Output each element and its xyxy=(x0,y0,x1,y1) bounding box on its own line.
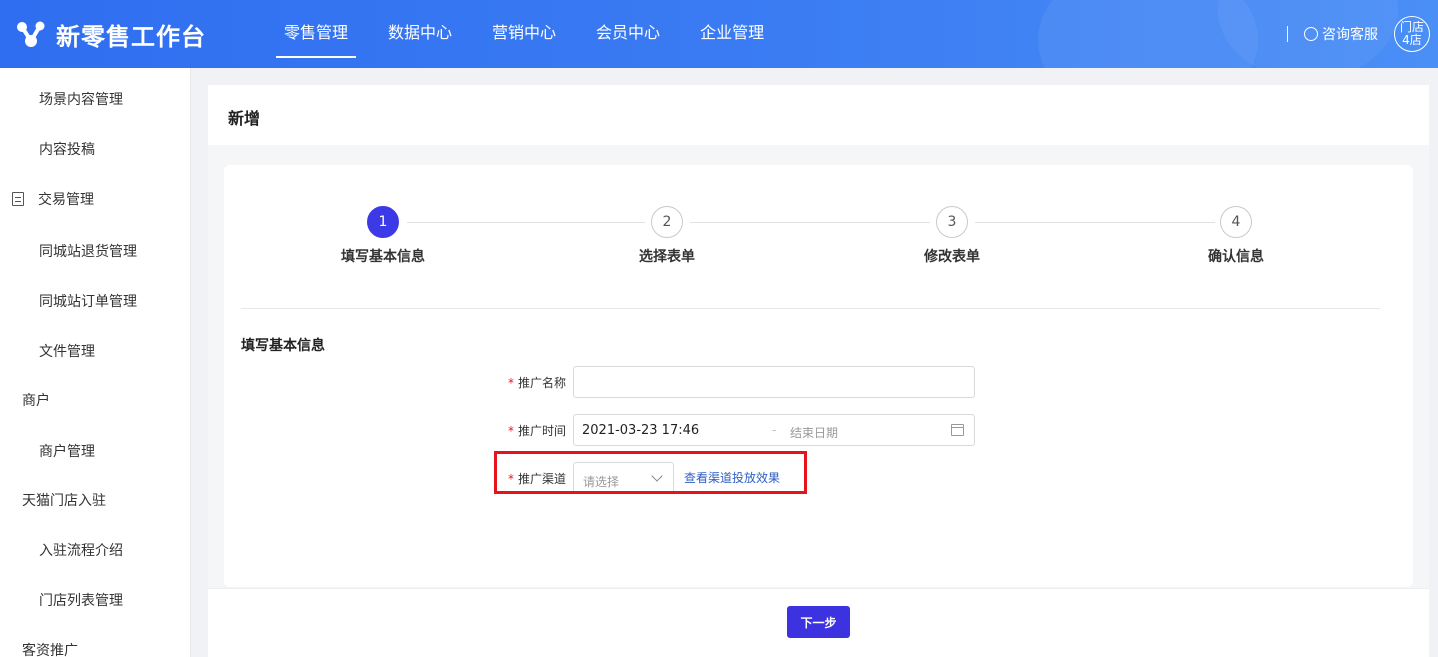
calendar-icon[interactable] xyxy=(951,424,964,436)
sidebar-item-file-manage[interactable]: 文件管理 xyxy=(39,341,95,361)
step-4-label: 确认信息 xyxy=(1208,249,1264,265)
consult-label: 咨询客服 xyxy=(1322,27,1378,43)
next-step-button[interactable]: 下一步 xyxy=(787,606,850,638)
app-logo[interactable]: 新零售工作台 xyxy=(14,14,206,54)
start-date-value[interactable]: 2021-03-23 17:46 xyxy=(582,423,699,438)
main-nav: 零售管理 数据中心 营销中心 会员中心 企业管理 xyxy=(276,0,796,68)
sidebar-group-trade[interactable]: 交易管理 xyxy=(38,189,94,209)
required-mark: * xyxy=(508,424,514,438)
header-right: 咨询客服 门店 4店 xyxy=(1287,12,1430,56)
step-3-label: 修改表单 xyxy=(924,249,980,265)
promo-date-range-picker[interactable]: 2021-03-23 17:46 - 结束日期 xyxy=(573,414,975,446)
promo-time-label: * 推广时间 xyxy=(508,422,566,439)
step-connector xyxy=(975,222,1215,223)
logo-icon xyxy=(17,21,45,47)
page-header: 新增 xyxy=(208,85,1429,145)
step-1-label: 填写基本信息 xyxy=(341,249,425,265)
promo-name-label: * 推广名称 xyxy=(508,374,566,391)
sidebar-group-lead-promotion[interactable]: 客资推广 xyxy=(22,640,78,657)
top-header: 新零售工作台 零售管理 数据中心 营销中心 会员中心 企业管理 咨询客服 门店 … xyxy=(0,0,1438,68)
sidebar: 场景内容管理 内容投稿 交易管理 同城站退货管理 同城站订单管理 文件管理 商户… xyxy=(0,68,191,657)
end-date-placeholder[interactable]: 结束日期 xyxy=(790,424,838,441)
store-switcher-avatar[interactable]: 门店 4店 xyxy=(1394,16,1430,52)
required-mark: * xyxy=(508,376,514,390)
sidebar-group-merchant[interactable]: 商户 xyxy=(22,390,50,410)
sidebar-item-return-manage[interactable]: 同城站退货管理 xyxy=(39,241,137,261)
sidebar-item-order-manage[interactable]: 同城站订单管理 xyxy=(39,291,137,311)
sidebar-item-scene-content[interactable]: 场景内容管理 xyxy=(39,89,123,109)
sidebar-group-tmall-store[interactable]: 天猫门店入驻 xyxy=(22,490,106,510)
step-1-circle: 1 xyxy=(367,206,399,238)
sidebar-item-content-submission[interactable]: 内容投稿 xyxy=(39,139,95,159)
promo-time-label-text: 推广时间 xyxy=(518,424,567,438)
step-2-circle: 2 xyxy=(651,206,683,238)
clipboard-icon xyxy=(12,192,24,206)
nav-data-center[interactable]: 数据中心 xyxy=(380,0,460,68)
page-title: 新增 xyxy=(228,109,261,128)
step-4-circle: 4 xyxy=(1220,206,1252,238)
promo-name-label-text: 推广名称 xyxy=(518,376,567,390)
promo-name-input[interactable] xyxy=(573,366,975,398)
highlight-annotation-box xyxy=(494,451,807,494)
step-3-circle: 3 xyxy=(936,206,968,238)
store-badge-line2: 4店 xyxy=(1402,33,1422,47)
logo-text: 新零售工作台 xyxy=(56,22,206,51)
step-connector xyxy=(407,222,645,223)
nav-enterprise[interactable]: 企业管理 xyxy=(692,0,772,68)
section-title: 填写基本信息 xyxy=(241,338,325,354)
nav-marketing[interactable]: 营销中心 xyxy=(484,0,564,68)
sidebar-item-store-list[interactable]: 门店列表管理 xyxy=(39,590,123,610)
step-connector xyxy=(690,222,930,223)
nav-member[interactable]: 会员中心 xyxy=(588,0,668,68)
sidebar-item-merchant-manage[interactable]: 商户管理 xyxy=(39,441,95,461)
header-divider xyxy=(1287,26,1288,42)
date-separator: - xyxy=(772,423,777,437)
headset-icon xyxy=(1304,27,1318,41)
nav-retail[interactable]: 零售管理 xyxy=(276,0,357,68)
section-divider xyxy=(241,308,1380,309)
sidebar-item-onboarding-intro[interactable]: 入驻流程介绍 xyxy=(39,540,123,560)
step-2-label: 选择表单 xyxy=(639,249,695,265)
consult-service-button[interactable]: 咨询客服 xyxy=(1304,24,1378,44)
